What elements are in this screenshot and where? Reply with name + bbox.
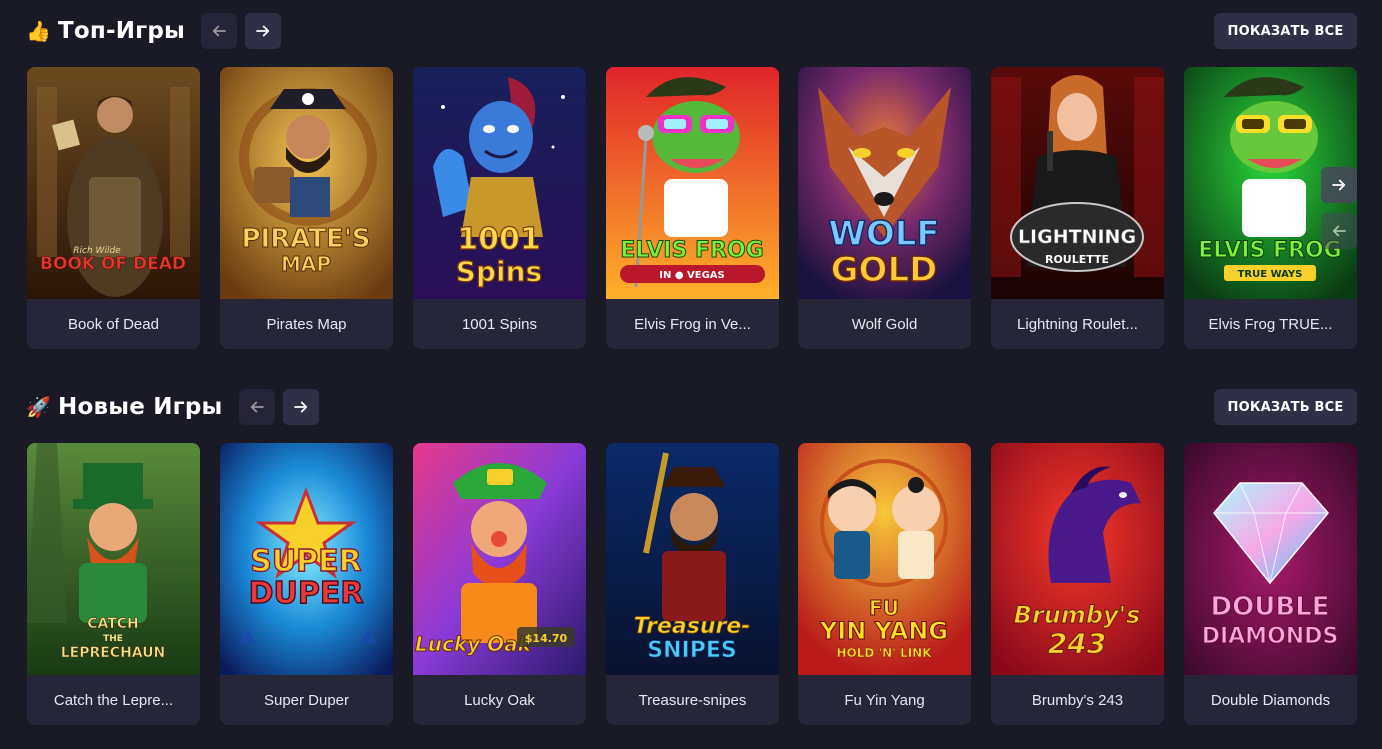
game-name: Pirates Map [266, 315, 347, 333]
svg-text:PIRATE'S: PIRATE'S [241, 224, 370, 254]
section-title-text: Топ-Игры [58, 18, 186, 44]
prev-button[interactable] [238, 389, 275, 425]
game-name: Super Duper [263, 691, 350, 709]
game-card[interactable]: ELVIS FROG IN ● VEGAS Elvis Frog in Ve..… [606, 67, 779, 349]
arrow-left-icon [1330, 222, 1348, 240]
show-all-button[interactable]: ПОКАЗАТЬ ВСЕ [1214, 389, 1357, 425]
game-card[interactable]: 1001 Spins 1001 Spins [413, 67, 586, 349]
svg-text:TRUE WAYS: TRUE WAYS [1238, 269, 1303, 280]
svg-text:SUPER: SUPER [250, 544, 362, 579]
section-title: 🚀 Новые Игры [26, 394, 223, 420]
game-name: Treasure-snipes [638, 691, 747, 709]
section-title-text: Новые Игры [58, 394, 223, 420]
game-card[interactable]: WOLF GOLD Wolf Gold [798, 67, 971, 349]
game-name: 1001 Spins [461, 315, 538, 333]
game-card[interactable]: CATCH THE LEPRECHAUN Catch the Lepre... [27, 443, 200, 725]
svg-text:Rich Wilde: Rich Wilde [73, 246, 121, 256]
arrow-left-icon [248, 398, 266, 416]
game-thumbnail: Brumby's 243 [991, 443, 1164, 675]
game-name: Lucky Oak [464, 691, 535, 709]
game-thumbnail: PIRATE'S MAP [220, 67, 393, 299]
game-card[interactable]: DOUBLE DIAMONDS Double Diamonds [1184, 443, 1357, 725]
game-thumbnail: Treasure- SNIPES [606, 443, 779, 675]
svg-text:MAP: MAP [281, 252, 331, 276]
game-thumbnail: CATCH THE LEPRECHAUN [27, 443, 200, 675]
game-name: Lightning Roulet... [1017, 315, 1138, 333]
game-name: Double Diamonds [1210, 691, 1331, 709]
svg-text:Brumby's: Brumby's [1014, 601, 1141, 629]
game-thumbnail: SUPER DUPER [220, 443, 393, 675]
svg-text:HOLD 'N' LINK: HOLD 'N' LINK [836, 646, 932, 660]
section-header: 👍 Топ-Игры [26, 13, 282, 49]
next-button[interactable] [245, 13, 282, 49]
svg-text:GOLD: GOLD [831, 250, 938, 290]
svg-text:YIN YANG: YIN YANG [819, 617, 948, 645]
arrow-left-icon [210, 22, 228, 40]
game-thumbnail: Lucky Oak $14.70 [413, 443, 586, 675]
svg-text:Spins: Spins [456, 255, 542, 288]
rocket-icon: 🚀 [26, 395, 52, 419]
game-card[interactable]: PIRATE'S MAP Pirates Map [220, 67, 393, 349]
svg-text:BOOK OF DEAD: BOOK OF DEAD [40, 254, 186, 274]
thumbs-up-icon: 👍 [26, 19, 52, 43]
game-thumbnail: LIGHTNING ROULETTE [991, 67, 1164, 299]
svg-text:THE: THE [103, 634, 123, 644]
show-all-button[interactable]: ПОКАЗАТЬ ВСЕ [1214, 13, 1357, 49]
game-name: Book of Dead [68, 315, 159, 333]
svg-text:WOLF: WOLF [828, 214, 939, 254]
game-card[interactable]: FU YIN YANG HOLD 'N' LINK Fu Yin Yang [798, 443, 971, 725]
svg-text:ELVIS FROG: ELVIS FROG [620, 238, 763, 263]
svg-text:SNIPES: SNIPES [647, 638, 736, 663]
carousel-prev-button[interactable] [1321, 213, 1357, 249]
game-card[interactable]: LIGHTNING ROULETTE Lightning Roulet... [991, 67, 1164, 349]
svg-text:243: 243 [1048, 627, 1106, 660]
section-title: 👍 Топ-Игры [26, 18, 185, 44]
game-name: Brumby's 243 [1031, 691, 1124, 709]
svg-text:ROULETTE: ROULETTE [1045, 253, 1109, 266]
svg-text:DIAMONDS: DIAMONDS [1202, 624, 1339, 649]
arrow-right-icon [292, 398, 310, 416]
svg-text:Treasure-: Treasure- [634, 614, 751, 639]
arrow-right-icon [254, 22, 272, 40]
game-card[interactable]: BOOK OF DEAD Rich Wilde Book of Dead [27, 67, 200, 349]
game-thumbnail: 1001 Spins [413, 67, 586, 299]
game-thumbnail: ELVIS FROG IN ● VEGAS [606, 67, 779, 299]
arrow-right-icon [1330, 176, 1348, 194]
game-card[interactable]: Brumby's 243 Brumby's 243 [991, 443, 1164, 725]
svg-text:CATCH: CATCH [87, 616, 139, 632]
game-card[interactable]: Lucky Oak $14.70 Lucky Oak [413, 443, 586, 725]
game-name: Elvis Frog TRUE... [1208, 315, 1333, 333]
svg-text:LEPRECHAUN: LEPRECHAUN [61, 645, 166, 661]
game-card[interactable]: Treasure- SNIPES Treasure-snipes [606, 443, 779, 725]
prev-button[interactable] [201, 13, 238, 49]
svg-text:Lucky Oak: Lucky Oak [415, 632, 533, 656]
svg-text:DUPER: DUPER [249, 576, 364, 611]
svg-text:LIGHTNING: LIGHTNING [1018, 226, 1136, 248]
game-name: Elvis Frog in Ve... [634, 315, 751, 333]
game-thumbnail: DOUBLE DIAMONDS [1184, 443, 1357, 675]
game-thumbnail: WOLF GOLD [798, 67, 971, 299]
carousel-next-button[interactable] [1321, 167, 1357, 203]
svg-text:IN ● VEGAS: IN ● VEGAS [659, 270, 725, 281]
game-name: Fu Yin Yang [844, 691, 925, 709]
svg-text:DOUBLE: DOUBLE [1211, 592, 1330, 622]
next-button[interactable] [282, 389, 319, 425]
game-name: Wolf Gold [851, 315, 918, 333]
game-thumbnail: BOOK OF DEAD Rich Wilde [27, 67, 200, 299]
section-header: 🚀 Новые Игры [26, 389, 319, 425]
game-card[interactable]: SUPER DUPER Super Duper [220, 443, 393, 725]
game-thumbnail: FU YIN YANG HOLD 'N' LINK [798, 443, 971, 675]
game-card[interactable]: ELVIS FROG TRUE WAYS Elvis Frog TRUE... [1184, 67, 1357, 349]
jackpot-badge: $14.70 [525, 632, 568, 645]
svg-text:1001: 1001 [457, 222, 541, 257]
game-name: Catch the Lepre... [53, 691, 174, 709]
